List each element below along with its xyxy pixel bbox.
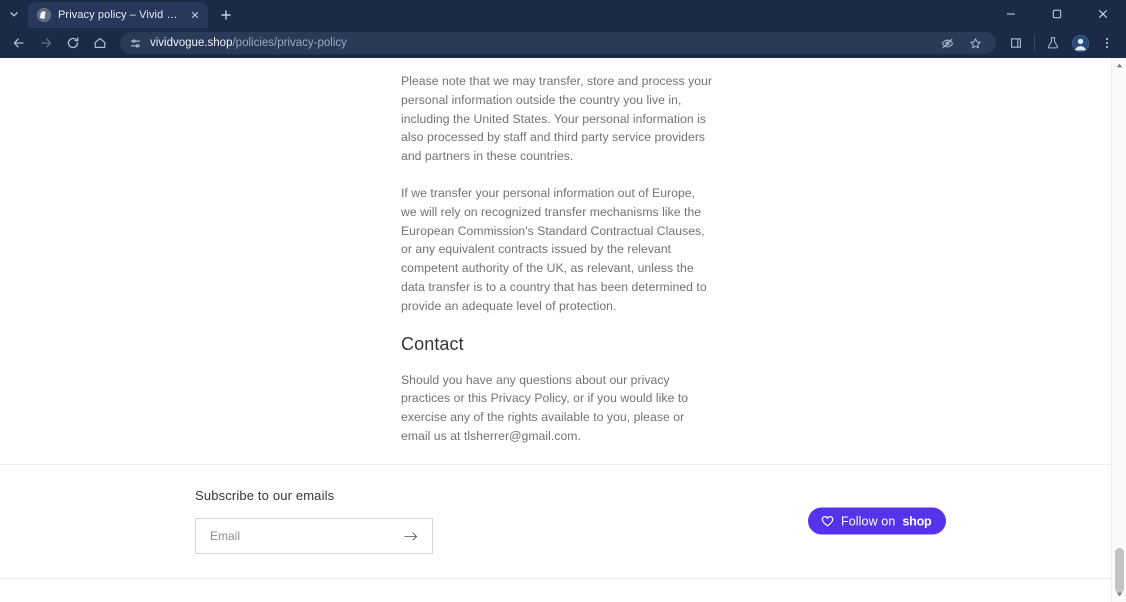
newsletter-field[interactable] bbox=[195, 518, 433, 555]
reload-icon[interactable] bbox=[60, 30, 86, 56]
footer-bottom: AM Pay bbox=[0, 579, 1111, 602]
minimize-button[interactable] bbox=[988, 0, 1034, 28]
close-window-button[interactable] bbox=[1080, 0, 1126, 28]
address-bar-actions bbox=[934, 33, 988, 53]
tab-strip: Privacy policy – Vivid Vogue bbox=[0, 0, 1126, 28]
url-host: vividvogue.shop bbox=[150, 37, 233, 49]
tab-close-icon[interactable] bbox=[187, 8, 202, 23]
newsletter-section: Subscribe to our emails Follow on bbox=[0, 465, 1111, 578]
heart-outline-icon bbox=[821, 515, 834, 528]
eye-slash-icon[interactable] bbox=[934, 33, 960, 53]
star-icon[interactable] bbox=[962, 33, 988, 53]
email-input[interactable] bbox=[210, 529, 400, 544]
policy-prose: Please note that we may transfer, store … bbox=[401, 72, 713, 446]
profile-avatar-icon[interactable] bbox=[1067, 30, 1093, 56]
browser-window: Privacy policy – Vivid Vogue bbox=[0, 0, 1126, 602]
three-dot-menu-icon[interactable] bbox=[1094, 30, 1120, 56]
tune-sliders-icon[interactable] bbox=[126, 34, 144, 52]
browser-tab[interactable]: Privacy policy – Vivid Vogue bbox=[28, 2, 208, 28]
forward-arrow-icon[interactable] bbox=[33, 30, 59, 56]
follow-label: Follow on bbox=[841, 514, 896, 529]
shopify-bag-icon bbox=[37, 8, 51, 22]
page-scrollbar[interactable] bbox=[1111, 58, 1126, 602]
window-controls bbox=[988, 0, 1126, 28]
policy-paragraph: If we transfer your personal information… bbox=[401, 185, 707, 313]
maximize-button[interactable] bbox=[1034, 0, 1080, 28]
back-arrow-icon[interactable] bbox=[6, 30, 32, 56]
avatar bbox=[1071, 34, 1089, 52]
policy-content: Please note that we may transfer, store … bbox=[0, 58, 1111, 446]
follow-on-shop-wrap: Follow on shop bbox=[808, 507, 947, 535]
url-path: /policies/privacy-policy bbox=[232, 37, 347, 49]
tab-search-icon[interactable] bbox=[0, 0, 28, 28]
scroll-down-arrow-icon[interactable] bbox=[1112, 587, 1126, 602]
address-bar-url: vividvogue.shop/policies/privacy-policy bbox=[150, 37, 934, 49]
page-content: Please note that we may transfer, store … bbox=[0, 58, 1111, 602]
contact-paragraph: Should you have any questions about our … bbox=[401, 372, 689, 443]
newsletter-title: Subscribe to our emails bbox=[195, 488, 335, 504]
new-tab-button[interactable] bbox=[213, 2, 239, 28]
newsletter-form-wrap: Subscribe to our emails bbox=[195, 488, 433, 555]
policy-paragraph: Please note that we may transfer, store … bbox=[401, 74, 713, 164]
address-bar[interactable]: vividvogue.shop/policies/privacy-policy bbox=[120, 32, 996, 54]
home-icon[interactable] bbox=[87, 30, 113, 56]
toolbar-divider bbox=[1034, 35, 1035, 51]
browser-toolbar: vividvogue.shop/policies/privacy-policy bbox=[0, 28, 1126, 58]
tab-title: Privacy policy – Vivid Vogue bbox=[58, 9, 180, 21]
follow-on-shop-button[interactable]: Follow on shop bbox=[808, 507, 947, 535]
shop-brand-label: shop bbox=[902, 514, 932, 529]
newsletter-submit-button[interactable] bbox=[400, 525, 422, 547]
contact-heading: Contact bbox=[401, 333, 464, 354]
side-panel-icon[interactable] bbox=[1003, 30, 1029, 56]
page-viewport: Please note that we may transfer, store … bbox=[0, 58, 1126, 602]
flask-icon[interactable] bbox=[1040, 30, 1066, 56]
scroll-up-arrow-icon[interactable] bbox=[1112, 58, 1126, 73]
